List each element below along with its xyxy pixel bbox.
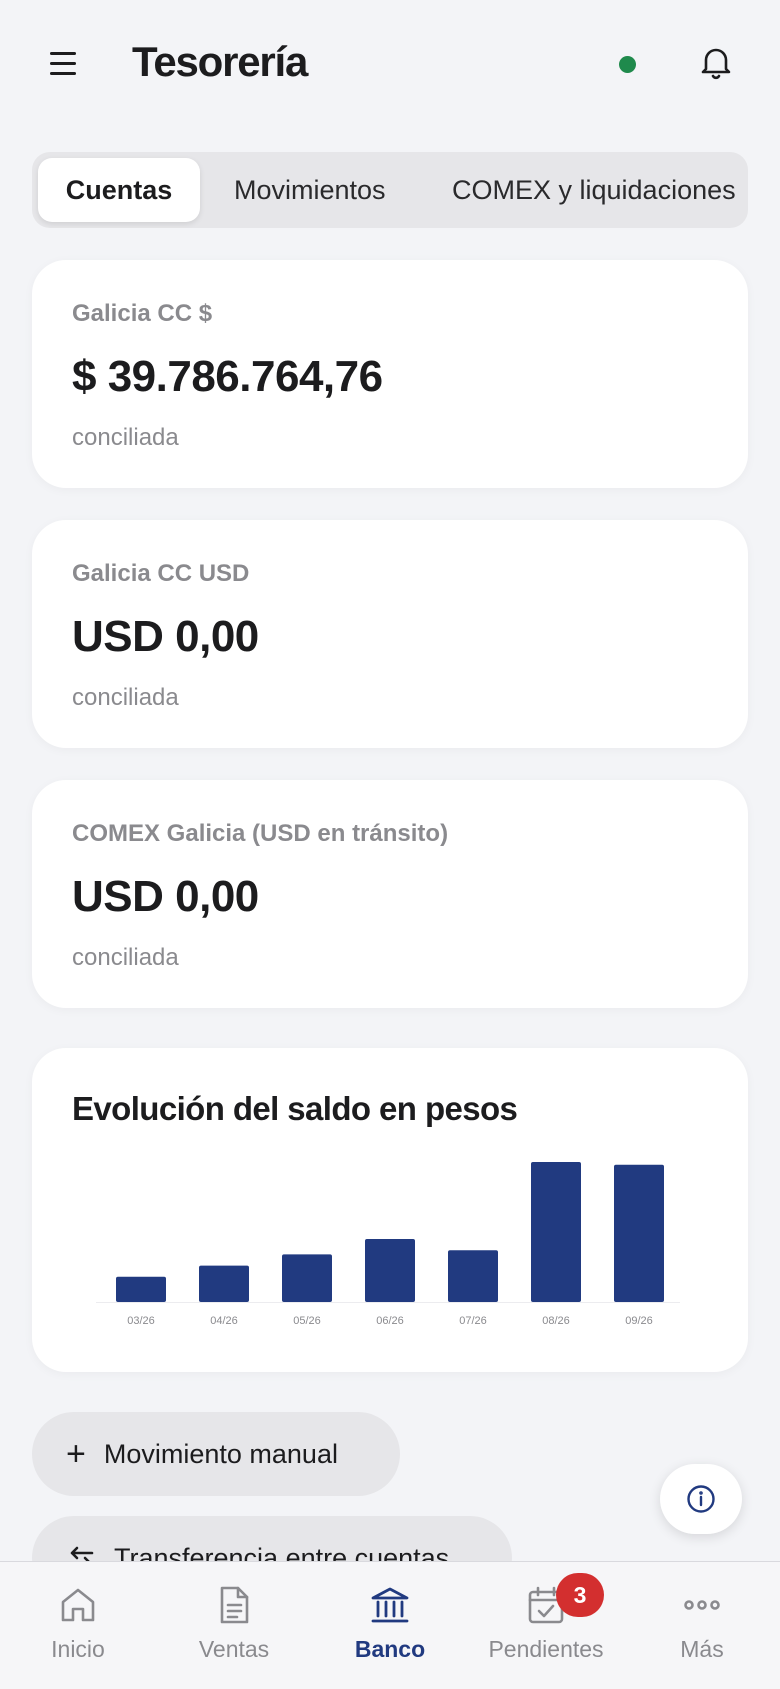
tab-cuentas[interactable]: Cuentas	[38, 158, 200, 222]
chart-bar	[531, 1162, 581, 1302]
chart-bar	[614, 1164, 664, 1302]
home-icon	[61, 1588, 95, 1622]
menu-icon-line	[50, 51, 76, 55]
nav-item-banco[interactable]: Banco	[320, 1584, 460, 1663]
menu-button[interactable]	[50, 46, 84, 80]
x-tick-label: 05/26	[293, 1315, 321, 1327]
info-icon	[687, 1485, 715, 1513]
more-icon	[684, 1600, 720, 1610]
tab-comex[interactable]: COMEX y liquidaciones	[452, 158, 736, 222]
x-tick-label: 07/26	[459, 1315, 487, 1327]
account-status: conciliada	[72, 424, 179, 451]
connection-status-dot	[619, 56, 636, 73]
account-card[interactable]: Galicia CC USD USD 0,00 conciliada	[32, 520, 748, 748]
menu-icon-line	[50, 61, 76, 65]
bank-icon	[371, 1587, 409, 1623]
nav-label: Banco	[354, 1636, 426, 1662]
account-status: conciliada	[72, 944, 179, 971]
page-title: Tesorería	[132, 38, 308, 85]
account-name: Galicia CC USD	[72, 560, 250, 587]
balance-chart-card: Evolución del saldo en pesos 03/26 04/26 0…	[32, 1048, 748, 1372]
tab-bar: Cuentas Movimientos COMEX y liquidacione…	[32, 152, 748, 228]
nav-item-ventas[interactable]: Ventas	[164, 1584, 304, 1663]
pending-count-badge: 3	[556, 1573, 604, 1617]
account-balance: $ 39.786.764,76	[72, 352, 383, 401]
chart-bar	[365, 1239, 415, 1302]
chart-bar	[282, 1254, 332, 1302]
document-icon	[220, 1586, 249, 1624]
x-tick-label: 06/26	[376, 1315, 404, 1327]
chart-bar	[448, 1250, 498, 1302]
menu-icon-line	[50, 71, 76, 75]
x-tick-label: 03/26	[127, 1315, 155, 1327]
account-status: conciliada	[72, 684, 179, 711]
nav-label: Inicio	[51, 1636, 105, 1662]
balance-bar-chart: 03/26 04/26 05/26 06/26 07/26 08/26 09/26	[96, 1162, 680, 1327]
account-name: Galicia CC $	[72, 300, 213, 327]
app-header: Tesorería	[0, 0, 780, 130]
x-tick-label: 04/26	[210, 1315, 238, 1327]
account-balance: USD 0,00	[72, 872, 259, 921]
bell-icon[interactable]	[696, 42, 736, 82]
nav-label: Ventas	[198, 1636, 270, 1662]
x-tick-label: 08/26	[542, 1315, 570, 1327]
account-card[interactable]: COMEX Galicia (USD en tránsito) USD 0,00…	[32, 780, 748, 1008]
info-button[interactable]	[660, 1464, 742, 1534]
chart-bar	[116, 1276, 166, 1302]
account-card[interactable]: Galicia CC $ $ 39.786.764,76 conciliada	[32, 260, 748, 488]
nav-item-inicio[interactable]: Inicio	[8, 1584, 148, 1663]
x-tick-label: 09/26	[625, 1315, 653, 1327]
manual-movement-button[interactable]: + Movimiento manual	[32, 1412, 400, 1496]
bottom-nav: Inicio Ventas Banco Pendientes Más	[0, 1561, 780, 1689]
account-balance: USD 0,00	[72, 612, 259, 661]
plus-icon: +	[66, 1434, 86, 1473]
nav-item-mas[interactable]: Más	[632, 1584, 772, 1663]
chart-bar	[199, 1265, 249, 1302]
manual-movement-label: Movimiento manual	[103, 1438, 338, 1469]
nav-label: Pendientes	[488, 1636, 604, 1662]
tab-movimientos[interactable]: Movimientos	[234, 158, 386, 222]
nav-label: Más	[680, 1636, 724, 1662]
account-name: COMEX Galicia (USD en tránsito)	[72, 820, 449, 847]
